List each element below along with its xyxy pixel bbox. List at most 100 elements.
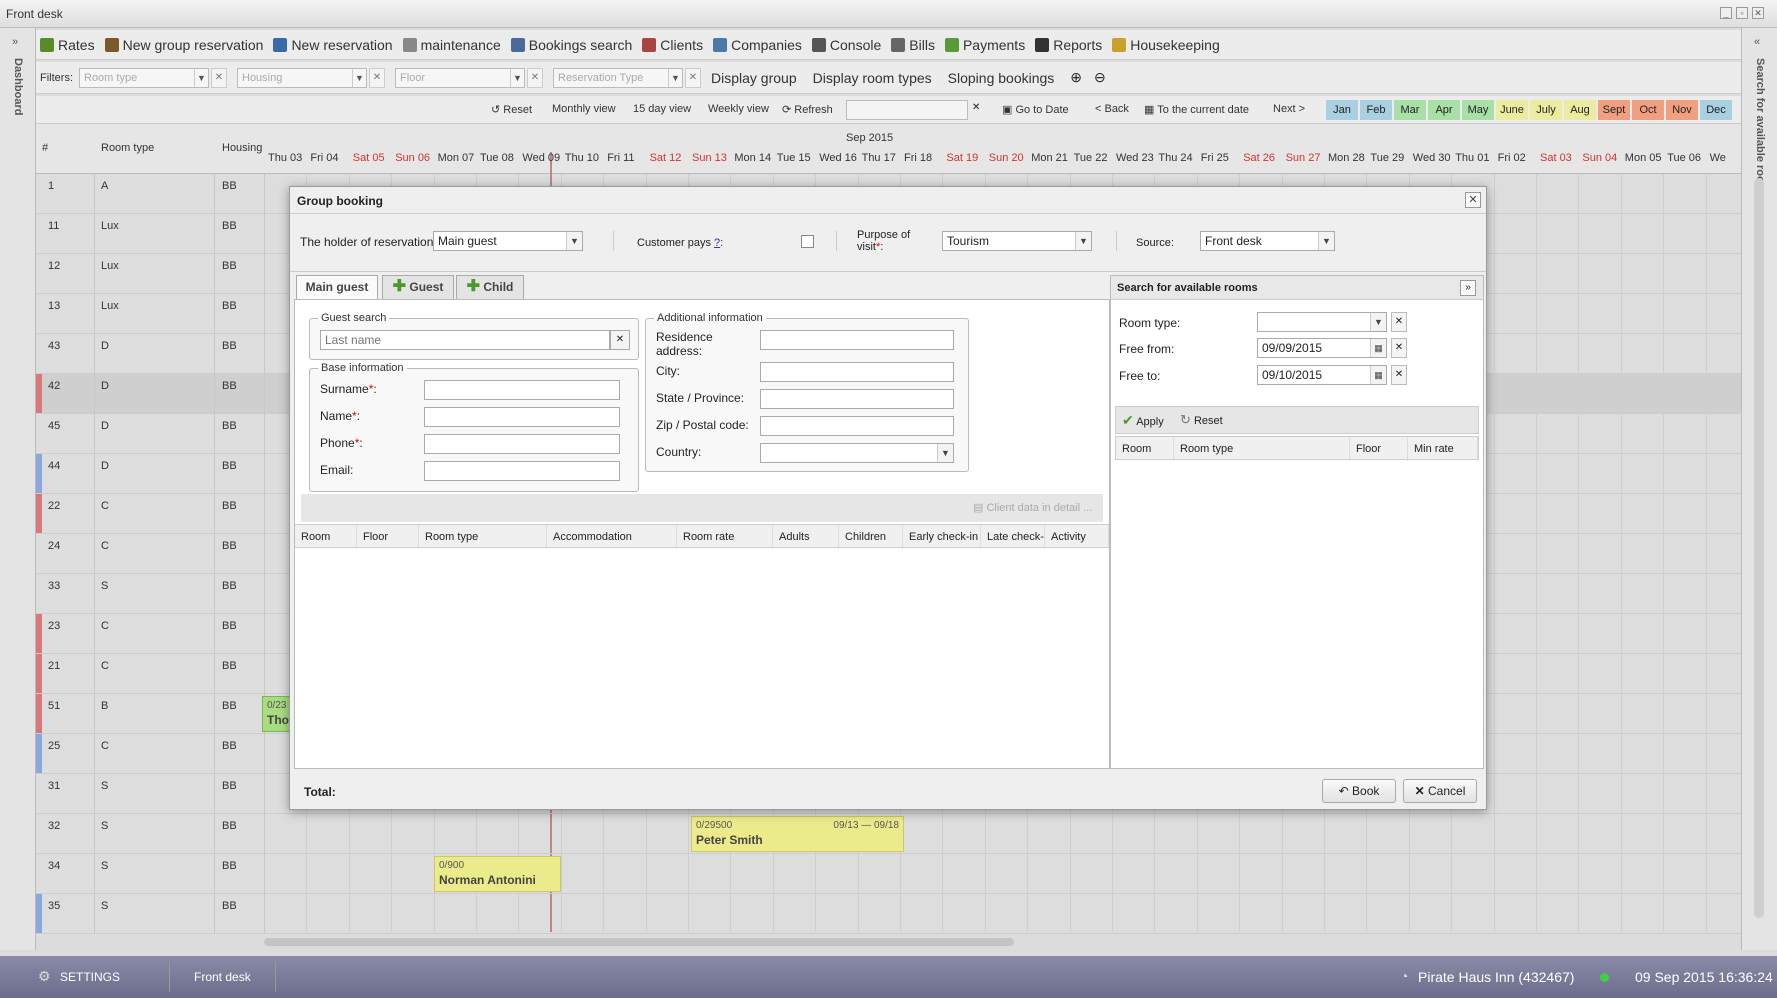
dashboard-sidebar[interactable]: » Dashboard (0, 28, 36, 950)
help-link[interactable]: ? (714, 237, 720, 249)
reservation-type-select[interactable]: Reservation Type ▼ (553, 67, 683, 88)
tab-guest[interactable]: ✚ Guest (382, 275, 454, 299)
search-col-header[interactable]: Floor (1350, 437, 1408, 461)
back-button[interactable]: < Back (1095, 103, 1129, 115)
housing-select[interactable]: Housing ▼ (237, 67, 367, 88)
source-select[interactable]: Front desk ▼ (1200, 231, 1335, 251)
expand-icon[interactable]: » (12, 36, 18, 48)
cancel-button[interactable]: ✕ Cancel (1403, 779, 1477, 803)
calendar-icon[interactable]: ▦ (1370, 366, 1386, 384)
free-from-input[interactable]: 09/09/2015 ▦ (1257, 338, 1387, 358)
month-sept-button[interactable]: Sept (1598, 100, 1630, 120)
collapse-icon[interactable]: » (1460, 280, 1476, 296)
client-data-button[interactable]: ▤ Client data in detail ... (973, 501, 1092, 514)
chevron-down-icon[interactable]: ▼ (510, 68, 524, 87)
tab-child[interactable]: ✚ Child (456, 275, 524, 299)
restore-icon[interactable]: ▫ (1736, 7, 1748, 19)
state-input[interactable] (760, 389, 954, 409)
last-name-input[interactable] (320, 330, 610, 350)
toolbar-companies-button[interactable]: Companies (713, 37, 802, 53)
chevron-down-icon[interactable]: ▼ (194, 68, 208, 87)
go-to-date-button[interactable]: ▣ Go to Date (1002, 103, 1069, 116)
refresh-button[interactable]: ⟳ Refresh (782, 103, 833, 116)
toolbar-clients-button[interactable]: Clients (642, 37, 703, 53)
front-desk-tab[interactable]: Front desk (176, 962, 276, 992)
rooms-col-header[interactable]: Room rate (677, 525, 773, 549)
toolbar-wrench-button[interactable]: maintenance (402, 37, 501, 53)
toolbar-broom-button[interactable]: Housekeeping (1112, 37, 1220, 53)
clear-icon[interactable]: ✕ (211, 67, 227, 88)
purpose-select[interactable]: Tourism ▼ (942, 231, 1092, 251)
vertical-scrollbar[interactable] (1754, 178, 1764, 918)
zoom-in-icon[interactable]: ⊕ (1070, 69, 1082, 86)
room-type-filter[interactable]: Room type ▼ ✕ (79, 67, 227, 88)
grid-row[interactable]: 34 S BB (36, 854, 1741, 894)
minimize-icon[interactable]: _ (1720, 7, 1732, 19)
clear-icon[interactable]: ✕ (1391, 338, 1407, 358)
grid-row[interactable]: 35 S BB (36, 894, 1741, 934)
chevron-down-icon[interactable]: ▼ (1370, 313, 1386, 331)
rooms-col-header[interactable]: Adults (773, 525, 839, 549)
housing-filter[interactable]: Housing ▼ ✕ (237, 67, 385, 88)
holder-select[interactable]: Main guest ▼ (433, 231, 583, 251)
display-room-types-link[interactable]: Display room types (813, 70, 932, 86)
rooms-col-header[interactable]: Activity (1045, 525, 1109, 549)
toolbar-console-button[interactable]: Console (811, 37, 881, 53)
rooms-col-header[interactable]: Accommodation (547, 525, 677, 549)
email-input[interactable] (424, 461, 620, 481)
name-input[interactable] (424, 407, 620, 427)
month-mar-button[interactable]: Mar (1394, 100, 1426, 120)
toolbar-payments-button[interactable]: Payments (944, 37, 1025, 53)
chevron-down-icon[interactable]: ▼ (668, 68, 682, 87)
surname-input[interactable] (424, 380, 620, 400)
search-col-header[interactable]: Min rate (1408, 437, 1478, 461)
search-room-type-select[interactable]: ▼ (1257, 312, 1387, 332)
free-to-input[interactable]: 09/10/2015 ▦ (1257, 365, 1387, 385)
floor-select[interactable]: Floor ▼ (395, 67, 525, 88)
reservation-type-filter[interactable]: Reservation Type ▼ ✕ (553, 67, 701, 88)
month-june-button[interactable]: June (1496, 100, 1528, 120)
month-jan-button[interactable]: Jan (1326, 100, 1358, 120)
city-input[interactable] (760, 362, 954, 382)
next-button[interactable]: Next > (1273, 103, 1305, 115)
phone-input[interactable] (424, 434, 620, 454)
reset-view-button[interactable]: ↺ Reset (491, 103, 532, 116)
zip-input[interactable] (760, 416, 954, 436)
floor-filter[interactable]: Floor ▼ ✕ (395, 67, 543, 88)
close-icon[interactable]: ✕ (1465, 192, 1481, 208)
toolbar-rates-button[interactable]: Rates (40, 37, 95, 53)
clear-icon[interactable]: ✕ (685, 67, 701, 88)
display-group-link[interactable]: Display group (711, 70, 797, 86)
rooms-col-header[interactable]: Room type (419, 525, 547, 549)
residence-input[interactable] (760, 330, 954, 350)
calendar-icon[interactable]: ▦ (1370, 339, 1386, 357)
clear-icon[interactable]: ✕ (972, 102, 980, 113)
clear-icon[interactable]: ✕ (527, 67, 543, 88)
toolbar-search-button[interactable]: Bookings search (510, 37, 632, 53)
clear-icon[interactable]: ✕ (1391, 312, 1407, 332)
search-col-header[interactable]: Room type (1174, 437, 1350, 461)
toolbar-reports-button[interactable]: Reports (1035, 37, 1102, 53)
horizontal-scrollbar[interactable] (264, 938, 1014, 946)
month-nov-button[interactable]: Nov (1666, 100, 1698, 120)
weekly-view-button[interactable]: Weekly view (708, 103, 769, 115)
room-type-select[interactable]: Room type ▼ (79, 67, 209, 88)
chevron-down-icon[interactable]: ▼ (566, 232, 582, 250)
chevron-down-icon[interactable]: ▼ (1075, 232, 1091, 250)
rooms-col-header[interactable]: Room (295, 525, 357, 549)
rooms-col-header[interactable]: Floor (357, 525, 419, 549)
chevron-down-icon[interactable]: ▼ (352, 68, 366, 87)
reset-search-button[interactable]: ↻ Reset (1180, 412, 1223, 428)
zoom-out-icon[interactable]: ⊖ (1094, 69, 1106, 86)
toolbar-pen-button[interactable]: New reservation (273, 37, 393, 53)
apply-button[interactable]: ✔ Apply (1122, 412, 1164, 429)
clear-icon[interactable]: ✕ (1391, 365, 1407, 385)
month-apr-button[interactable]: Apr (1428, 100, 1460, 120)
chevron-down-icon[interactable]: ▼ (1318, 232, 1334, 250)
reservation-block[interactable]: 0/29500 09/13 — 09/18 Peter Smith (691, 816, 904, 852)
reservation-block[interactable]: 0/900 Norman Antonini (434, 856, 561, 892)
date-input[interactable] (846, 100, 968, 120)
rooms-col-header[interactable]: Late check- (981, 525, 1045, 549)
customer-pays-checkbox[interactable] (801, 235, 814, 248)
rooms-col-header[interactable]: Children (839, 525, 903, 549)
